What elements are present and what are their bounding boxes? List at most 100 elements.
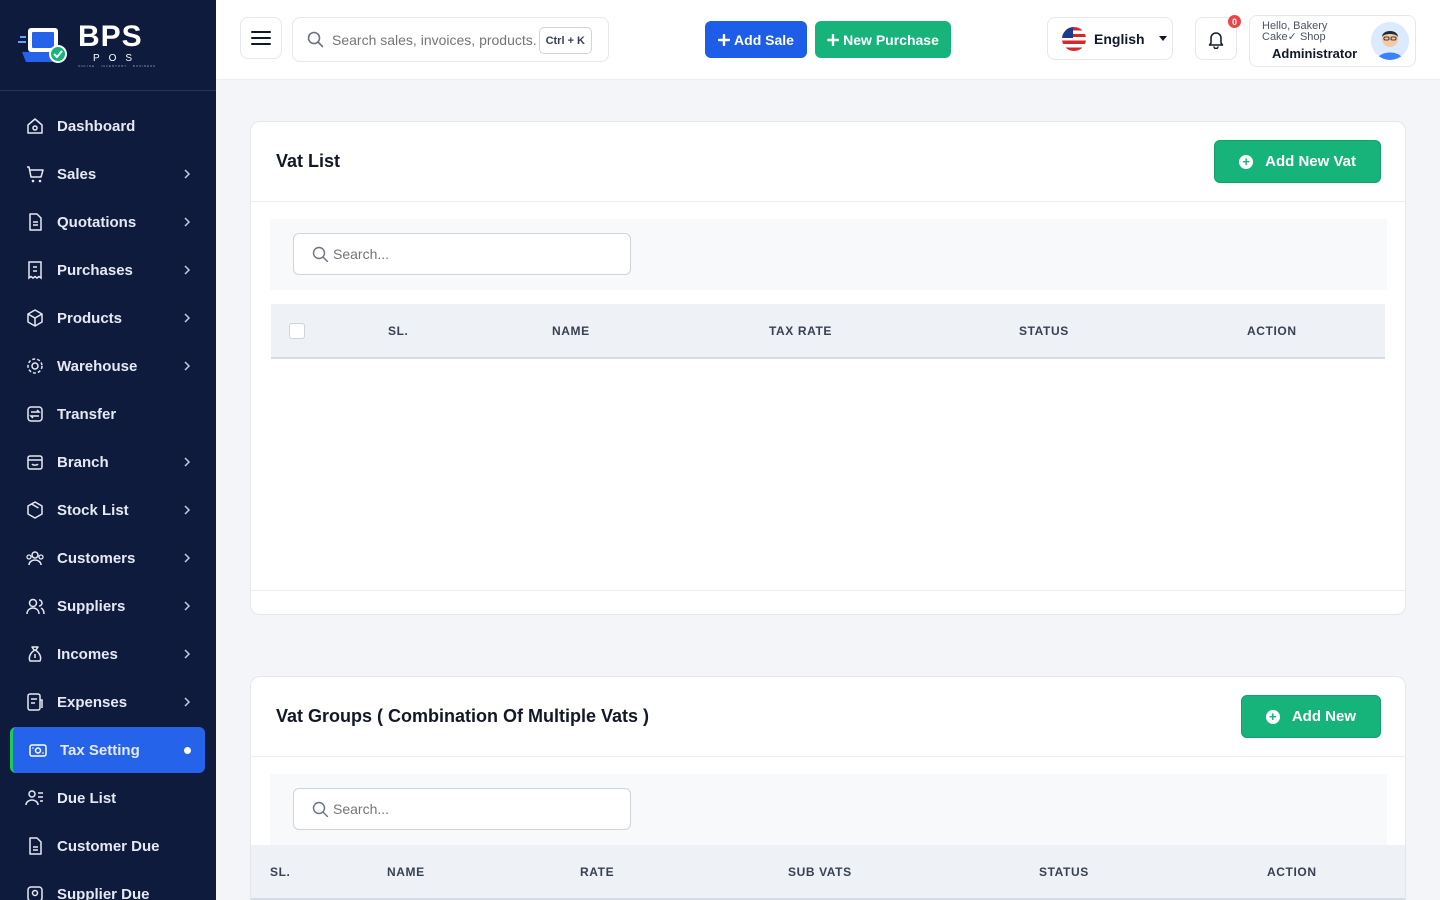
document-icon [25, 212, 45, 232]
customer-due-icon [25, 836, 45, 856]
global-search[interactable]: Ctrl + K [292, 17, 609, 62]
store-icon [25, 452, 45, 472]
column-header-rate[interactable]: RATE [580, 865, 614, 879]
sidebar-item-transfer[interactable]: Transfer [0, 390, 216, 438]
home-icon [25, 116, 45, 136]
column-header-action: ACTION [1247, 324, 1297, 338]
sidebar-item-tax-setting[interactable]: Tax Setting [10, 727, 205, 773]
sidebar-item-label: Tax Setting [60, 741, 140, 759]
sidebar-item-label: Stock List [57, 501, 129, 519]
sidebar-item-sales[interactable]: Sales [0, 150, 216, 198]
sidebar-item-due-list[interactable]: Due List [0, 774, 216, 822]
due-list-icon [25, 788, 45, 808]
sidebar-nav: Dashboard Sales Quotations Purchases Product… [0, 91, 216, 900]
add-new-vat-button[interactable]: + Add New Vat [1214, 140, 1381, 183]
column-header-status[interactable]: STATUS [1019, 324, 1069, 338]
chevron-right-icon [184, 649, 191, 659]
sidebar-item-label: Customers [57, 549, 136, 567]
add-new-vat-group-button[interactable]: + Add New [1240, 695, 1381, 738]
search-icon [312, 801, 329, 817]
chevron-right-icon [184, 313, 191, 323]
sidebar-item-products[interactable]: Products [0, 294, 216, 342]
user-menu[interactable]: Hello, Bakery Cake✓ Shop Administrator [1249, 15, 1416, 67]
chevron-right-icon [184, 505, 191, 515]
add-new-vat-label: Add New Vat [1265, 153, 1356, 170]
sidebar-item-warehouse[interactable]: Warehouse [0, 342, 216, 390]
sidebar-item-supplier-due[interactable]: Supplier Due [0, 870, 216, 900]
plus-circle-icon: + [1239, 154, 1254, 169]
sidebar-item-label: Branch [57, 453, 109, 471]
global-search-input[interactable] [332, 31, 538, 48]
sidebar: BPS POS ONLINE · INVENTORY · BUSINESS Da… [0, 0, 216, 900]
bell-icon [1208, 31, 1224, 49]
sidebar-item-label: Quotations [57, 213, 137, 231]
search-shortcut-badge: Ctrl + K [538, 27, 592, 54]
column-header-sl[interactable]: SL. [388, 324, 408, 338]
sidebar-item-incomes[interactable]: Incomes [0, 630, 216, 678]
suppliers-icon [25, 596, 45, 616]
sidebar-item-branch[interactable]: Branch [0, 438, 216, 486]
add-sale-button[interactable]: Add Sale [705, 21, 807, 58]
sidebar-item-suppliers[interactable]: Suppliers [0, 582, 216, 630]
plus-icon [827, 33, 840, 46]
chevron-right-icon [184, 697, 191, 707]
us-flag-icon [1062, 26, 1086, 51]
brand-name: BPS [78, 20, 143, 53]
top-header: Ctrl + K Add Sale New Purchase English 0… [216, 0, 1440, 80]
column-header-name[interactable]: NAME [387, 865, 425, 879]
column-header-sub-vats[interactable]: SUB VATS [788, 865, 852, 879]
plus-icon [718, 33, 731, 46]
box-icon [25, 308, 45, 328]
avatar [1371, 22, 1409, 60]
vat-groups-search-bar [270, 774, 1387, 845]
sidebar-item-label: Incomes [57, 645, 118, 663]
plus-circle-icon: + [1265, 709, 1280, 724]
notifications-button[interactable]: 0 [1195, 14, 1242, 60]
vat-groups-title: Vat Groups ( Combination Of Multiple Vat… [276, 706, 650, 726]
vat-list-title: Vat List [276, 151, 341, 171]
sidebar-item-stock-list[interactable]: Stock List [0, 486, 216, 534]
user-role: Administrator [1272, 46, 1358, 61]
column-header-name[interactable]: NAME [552, 324, 590, 338]
sidebar-item-customer-due[interactable]: Customer Due [0, 822, 216, 870]
brand-sub: POS [92, 53, 142, 64]
language-selector[interactable]: English [1047, 17, 1173, 60]
supplier-due-icon [25, 884, 45, 900]
sidebar-item-quotations[interactable]: Quotations [0, 198, 216, 246]
search-icon [307, 31, 324, 48]
notification-count-badge: 0 [1227, 14, 1242, 29]
vat-list-search-bar [270, 219, 1387, 290]
search-icon [312, 246, 329, 262]
sidebar-item-label: Due List [57, 789, 117, 807]
sidebar-item-label: Transfer [57, 405, 117, 423]
tax-icon [28, 740, 48, 760]
brand-logo[interactable]: BPS POS ONLINE · INVENTORY · BUSINESS [0, 0, 216, 91]
sidebar-item-purchases[interactable]: Purchases [0, 246, 216, 294]
vat-groups-search[interactable] [293, 788, 631, 830]
menu-toggle-button[interactable] [240, 17, 282, 59]
vat-list-search-input[interactable] [333, 246, 613, 262]
sidebar-item-label: Suppliers [57, 597, 126, 615]
sidebar-item-expenses[interactable]: Expenses [0, 678, 216, 726]
sidebar-item-dashboard[interactable]: Dashboard [0, 102, 216, 150]
chevron-right-icon [184, 169, 191, 179]
divider [251, 590, 1405, 591]
sidebar-item-label: Customer Due [57, 837, 160, 855]
sidebar-item-label: Products [57, 309, 123, 327]
sidebar-item-label: Purchases [57, 261, 133, 279]
vat-list-search[interactable] [293, 233, 631, 275]
sidebar-item-customers[interactable]: Customers [0, 534, 216, 582]
column-header-status[interactable]: STATUS [1039, 865, 1089, 879]
column-header-tax-rate[interactable]: TAX RATE [769, 324, 832, 338]
select-all-checkbox[interactable] [289, 323, 305, 339]
sidebar-item-label: Sales [57, 165, 97, 183]
chevron-right-icon [184, 601, 191, 611]
vat-groups-search-input[interactable] [333, 801, 613, 817]
users-icon [25, 548, 45, 568]
new-purchase-button[interactable]: New Purchase [815, 21, 951, 58]
chevron-right-icon [184, 265, 191, 275]
column-header-sl[interactable]: SL. [270, 865, 290, 879]
add-new-vat-group-label: Add New [1291, 708, 1356, 725]
vat-groups-card: Vat Groups ( Combination Of Multiple Vat… [250, 676, 1406, 900]
chevron-right-icon [184, 361, 191, 371]
